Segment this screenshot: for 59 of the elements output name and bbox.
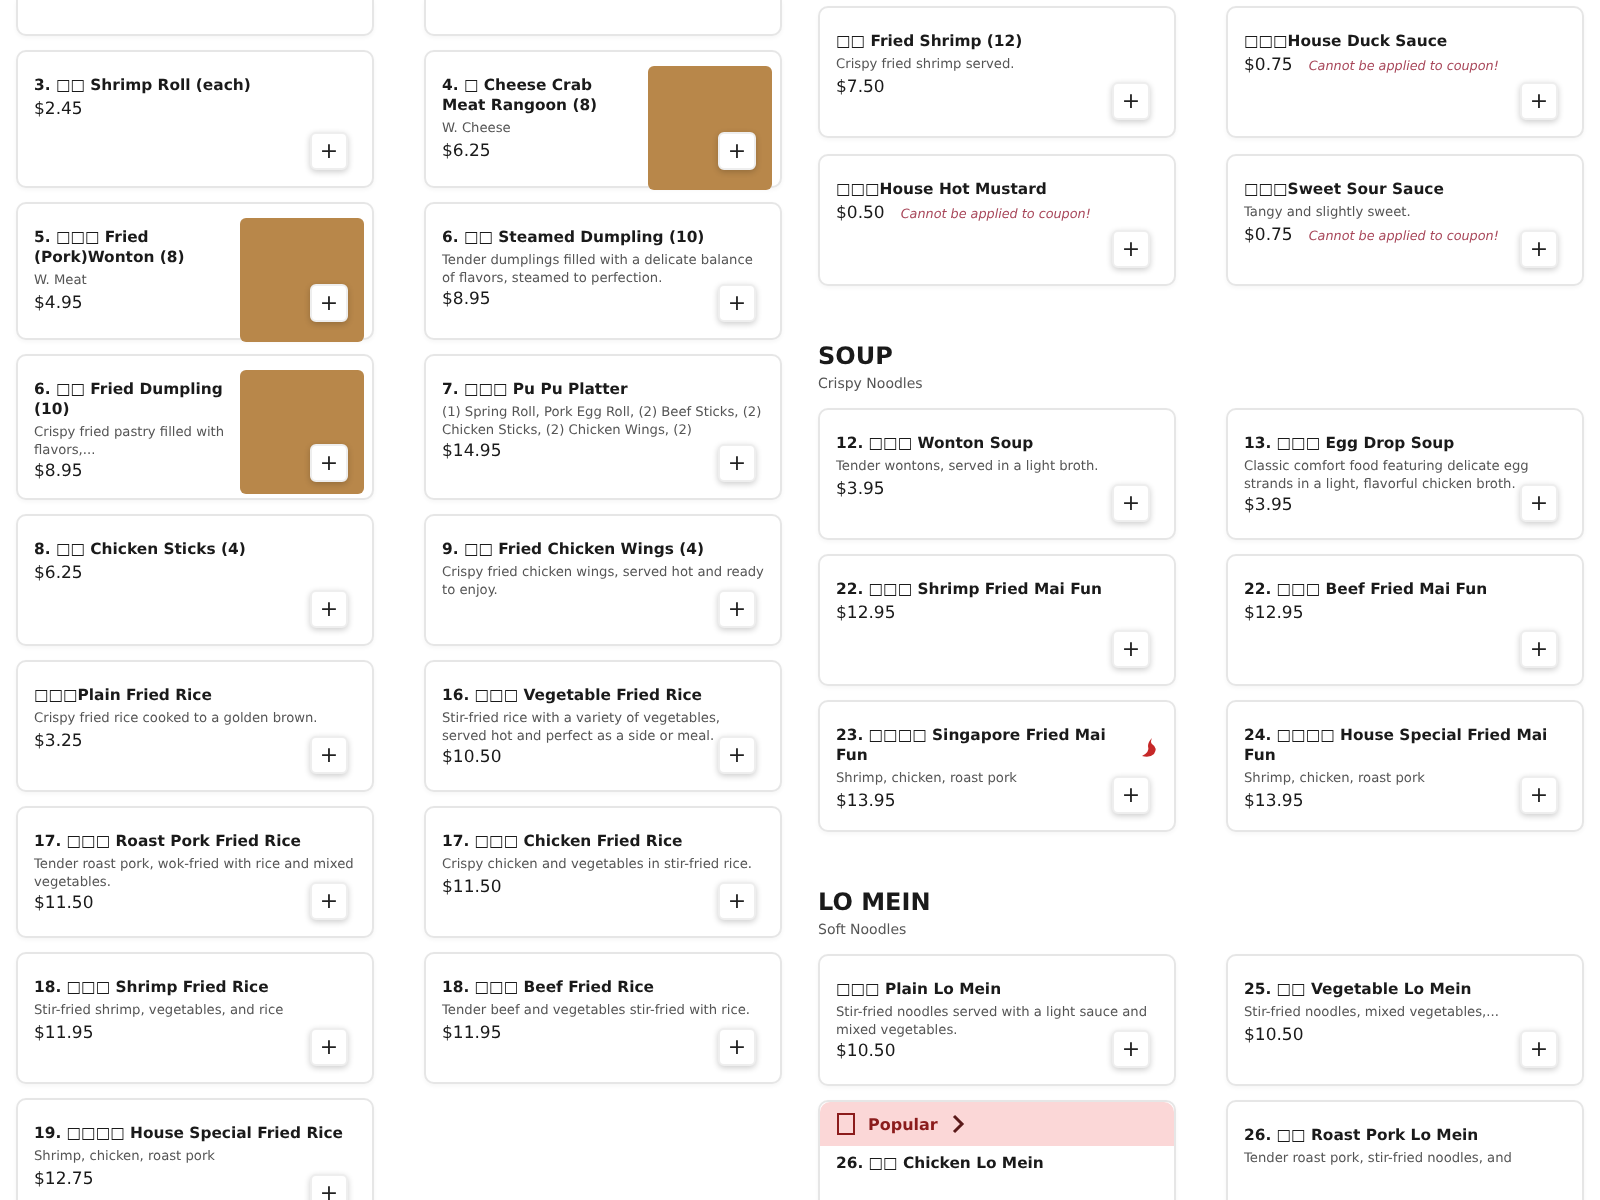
add-button[interactable]: + [718, 882, 756, 920]
item-price: $6.25 [34, 564, 83, 584]
add-button[interactable]: + [310, 590, 348, 628]
popular-label: Popular [868, 1115, 938, 1133]
item-price: $7.50 [836, 77, 885, 97]
item-price: $10.50 [442, 748, 502, 768]
add-button[interactable]: + [310, 1028, 348, 1066]
add-button[interactable]: + [1112, 230, 1150, 268]
add-button[interactable]: + [310, 1174, 348, 1200]
add-button[interactable]: + [310, 882, 348, 920]
item-price: $14.95 [442, 442, 502, 462]
add-button[interactable]: + [310, 444, 348, 482]
add-button[interactable]: + [1520, 82, 1558, 120]
item-price: $11.50 [442, 877, 502, 897]
item-price: $8.95 [442, 290, 491, 310]
add-button[interactable]: + [718, 132, 756, 170]
add-button[interactable]: + [310, 132, 348, 170]
add-button[interactable]: + [1112, 484, 1150, 522]
add-button[interactable]: + [1112, 1030, 1150, 1068]
item-price: $2.45 [34, 100, 83, 120]
section-heading: SOUP [818, 342, 895, 372]
add-button[interactable]: + [1520, 630, 1558, 668]
add-button[interactable]: + [1112, 776, 1150, 814]
item-price: $10.50 [836, 1042, 896, 1062]
add-button[interactable]: + [310, 736, 348, 774]
add-button[interactable]: + [718, 1028, 756, 1066]
chevron-right-icon [949, 1114, 966, 1134]
item-price: $11.95 [34, 1023, 94, 1043]
popular-banner[interactable]: Popular [820, 1102, 1174, 1146]
add-button[interactable]: + [1112, 630, 1150, 668]
item-price: $0.75 [1244, 225, 1293, 245]
add-button[interactable]: + [718, 590, 756, 628]
badge-icon [836, 1112, 856, 1136]
add-button[interactable]: + [718, 284, 756, 322]
item-price: $11.50 [34, 894, 94, 914]
item-price: $12.95 [836, 604, 896, 624]
item-price: $11.95 [442, 1023, 502, 1043]
add-button[interactable]: + [1520, 1030, 1558, 1068]
add-button[interactable]: + [718, 444, 756, 482]
add-button[interactable]: + [718, 736, 756, 774]
item-price: $3.25 [34, 731, 83, 751]
item-price: $13.95 [1244, 791, 1304, 811]
item-price: $10.50 [1244, 1025, 1304, 1045]
item-price: $4.95 [34, 293, 83, 313]
add-button[interactable]: + [1520, 484, 1558, 522]
item-price: $8.95 [34, 462, 83, 482]
item-price: $13.95 [836, 791, 896, 811]
add-button[interactable]: + [1520, 776, 1558, 814]
item-price: $3.95 [1244, 496, 1293, 516]
add-button[interactable]: + [310, 284, 348, 322]
item-price: $6.25 [442, 141, 491, 161]
item-price: $0.75 [1244, 56, 1293, 76]
section-heading: LO MEIN [818, 888, 933, 918]
item-price: $3.95 [836, 479, 885, 499]
item-price: $12.75 [34, 1169, 94, 1189]
item-price: $12.95 [1244, 604, 1304, 624]
add-button[interactable]: + [1112, 82, 1150, 120]
add-button[interactable]: + [1520, 230, 1558, 268]
item-price: $0.50 [836, 204, 885, 224]
